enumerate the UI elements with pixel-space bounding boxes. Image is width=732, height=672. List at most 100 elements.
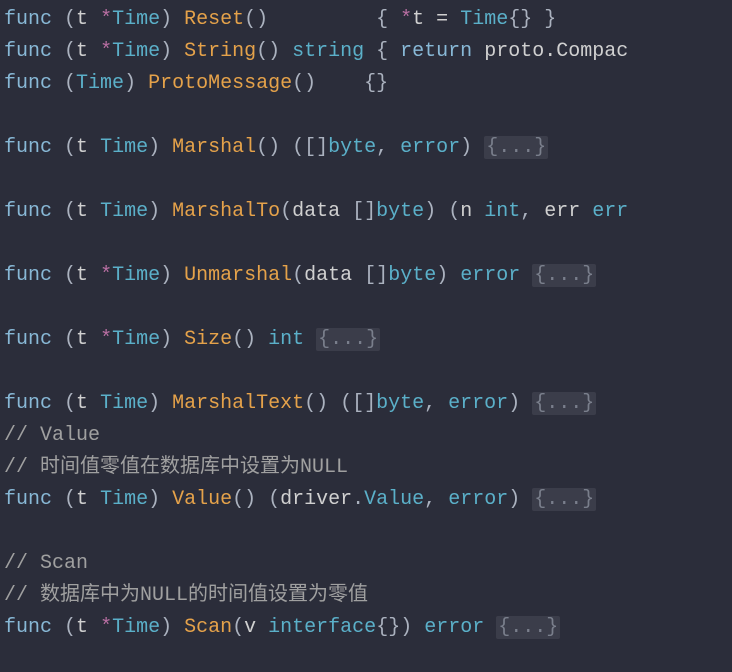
code-line[interactable]: func (t *Time) Unmarshal(data []byte) er…	[4, 260, 732, 292]
token-punct: () ([]	[256, 136, 328, 159]
code-line[interactable]: // 数据库中为NULL的时间值设置为零值	[4, 580, 732, 612]
token-type: Time	[112, 8, 160, 31]
token-punct: () (	[232, 488, 280, 511]
token-var: t	[76, 8, 100, 31]
token-ptr: *	[100, 264, 112, 287]
token-type: byte	[376, 392, 424, 415]
code-line[interactable]	[4, 164, 732, 196]
token-type: string	[292, 40, 364, 63]
token-type: int	[484, 200, 520, 223]
code-line[interactable]: func (t *Time) Reset() { *t = Time{} }	[4, 4, 732, 36]
token	[520, 264, 532, 287]
code-editor[interactable]: func (t *Time) Reset() { *t = Time{} }fu…	[0, 0, 732, 644]
token-name: ProtoMessage	[148, 72, 292, 95]
code-line[interactable]	[4, 228, 732, 260]
token-kw: func	[4, 136, 52, 159]
token-punct: )	[148, 200, 172, 223]
token-punct: {} }	[508, 8, 556, 31]
token-var: n	[460, 200, 484, 223]
code-line[interactable]: func (Time) ProtoMessage() {}	[4, 68, 732, 100]
token	[4, 104, 16, 127]
code-line[interactable]: func (t Time) Marshal() ([]byte, error) …	[4, 132, 732, 164]
token-punct: () {	[244, 8, 400, 31]
token-type: Time	[100, 392, 148, 415]
token-punct: (	[292, 264, 304, 287]
code-line[interactable]: // 时间值零值在数据库中设置为NULL	[4, 452, 732, 484]
code-line[interactable]: // Scan	[4, 548, 732, 580]
token-punct: )	[436, 264, 460, 287]
token-fold: {...}	[484, 136, 548, 159]
token-fold: {...}	[532, 488, 596, 511]
code-line[interactable]: func (t Time) MarshalTo(data []byte) (n …	[4, 196, 732, 228]
token	[4, 360, 16, 383]
token	[52, 264, 64, 287]
code-line[interactable]	[4, 292, 732, 324]
token-punct: ) (	[424, 200, 460, 223]
token-kw: func	[4, 200, 52, 223]
token	[52, 72, 64, 95]
token-punct: )	[160, 8, 184, 31]
token-type: byte	[328, 136, 376, 159]
token-type: Time	[100, 488, 148, 511]
token-type: error	[448, 488, 508, 511]
token-type: byte	[376, 200, 424, 223]
token	[52, 200, 64, 223]
code-line[interactable]: func (t *Time) String() string { return …	[4, 36, 732, 68]
token-ptr: *	[100, 616, 112, 639]
token-kw: func	[4, 392, 52, 415]
token-kw: func	[4, 40, 52, 63]
token-punct: )	[160, 616, 184, 639]
token-fold: {...}	[496, 616, 560, 639]
token-type: Time	[100, 200, 148, 223]
token-punct: )	[160, 328, 184, 351]
token-punct: )	[148, 392, 172, 415]
token-name: Reset	[184, 8, 244, 31]
token-var: data	[304, 264, 364, 287]
token-punct: (	[64, 616, 76, 639]
token-punct: (	[64, 264, 76, 287]
token-var: t	[76, 328, 100, 351]
token-type: Time	[112, 328, 160, 351]
token-kw: func	[4, 8, 52, 31]
code-line[interactable]	[4, 100, 732, 132]
token-type: Time	[76, 72, 124, 95]
token-punct: () ([]	[304, 392, 376, 415]
token-punct: ,	[376, 136, 400, 159]
token-type: Value	[364, 488, 424, 511]
token-punct: )	[148, 136, 172, 159]
token-type: error	[424, 616, 484, 639]
code-line[interactable]: func (t *Time) Size() int {...}	[4, 324, 732, 356]
token-name: Size	[184, 328, 232, 351]
token-type: error	[448, 392, 508, 415]
token	[4, 232, 16, 255]
code-line[interactable]	[4, 356, 732, 388]
token-type: interface	[268, 616, 376, 639]
token-var: t	[76, 392, 100, 415]
token-kw: func	[4, 616, 52, 639]
token-var: driver	[280, 488, 352, 511]
token-punct: []	[364, 264, 388, 287]
token-var: t	[76, 136, 100, 159]
token	[304, 328, 316, 351]
code-line[interactable]	[4, 516, 732, 548]
code-line[interactable]: func (t *Time) Scan(v interface{}) error…	[4, 612, 732, 644]
token-punct: (	[64, 392, 76, 415]
token-type: Time	[112, 264, 160, 287]
token-punct: ,	[520, 200, 544, 223]
token-kw: func	[4, 488, 52, 511]
token-var: t	[76, 264, 100, 287]
token-name: String	[184, 40, 256, 63]
code-line[interactable]: func (t Time) MarshalText() ([]byte, err…	[4, 388, 732, 420]
token-punct: )	[508, 392, 532, 415]
code-line[interactable]: // Value	[4, 420, 732, 452]
token-name: Value	[172, 488, 232, 511]
token-comment: // 时间值零值在数据库中设置为NULL	[4, 456, 348, 479]
token-var: err	[544, 200, 592, 223]
token	[52, 616, 64, 639]
token-ptr: *	[400, 8, 412, 31]
token-punct: () {}	[292, 72, 388, 95]
code-line[interactable]: func (t Time) Value() (driver.Value, err…	[4, 484, 732, 516]
token-punct: (	[64, 40, 76, 63]
token-var: v	[244, 616, 268, 639]
token-punct: []	[352, 200, 376, 223]
